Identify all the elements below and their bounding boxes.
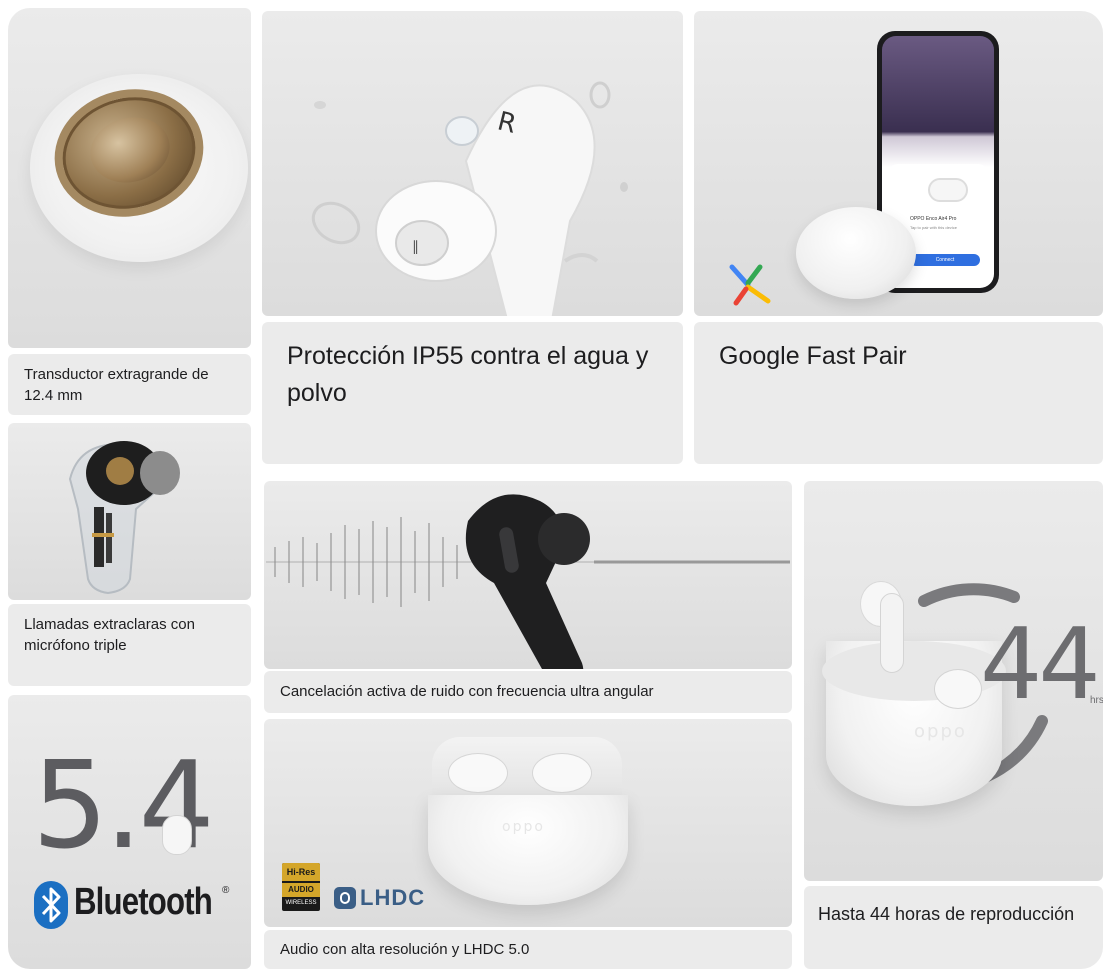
bluetooth-icon xyxy=(34,881,68,929)
calls-image-tile xyxy=(8,423,251,600)
battery-caption-tile: Hasta 44 horas de reproducción xyxy=(804,886,1103,969)
case-logo: oppo xyxy=(914,721,967,742)
black-earbud-illustration xyxy=(465,494,590,669)
bluetooth-registered-mark: ® xyxy=(222,885,230,896)
svg-text:∥: ∥ xyxy=(412,239,419,255)
earbud-mini xyxy=(162,815,192,855)
lhdc-icon xyxy=(334,887,356,909)
case-logo-front: oppo xyxy=(502,819,545,835)
phone-connect-button: Connect xyxy=(910,254,980,266)
driver-caption-tile: Transductor extragrande de 12.4 mm xyxy=(8,354,251,415)
google-fast-pair-icon xyxy=(729,264,771,306)
transparent-earbud-illustration xyxy=(68,441,180,595)
ip55-earbud-illustration: ∥ R xyxy=(311,81,628,316)
fastpair-image-tile: OPPO Enco Air4 Pro Tap to pair with this… xyxy=(694,11,1103,316)
ip55-image-tile: ∥ R xyxy=(262,11,683,316)
battery-hours-number: 44 xyxy=(980,608,1101,722)
earbuds-case-front xyxy=(428,795,628,905)
driver-caption: Transductor extragrande de 12.4 mm xyxy=(24,366,209,404)
earbuds-case-small xyxy=(796,207,916,299)
hires-caption-tile: Audio con alta resolución y LHDC 5.0 xyxy=(264,930,792,969)
hi-res-badge-bot: WIRELESS xyxy=(285,900,317,906)
lhdc-wordmark: LHDC xyxy=(360,885,426,910)
phone-connect-label: Connect xyxy=(935,257,955,263)
earbud-right xyxy=(532,753,592,793)
anc-caption: Cancelación activa de ruido con frecuenc… xyxy=(280,683,654,700)
ip55-caption-tile: Protección IP55 contra el agua y polvo xyxy=(262,322,683,464)
anc-caption-tile: Cancelación activa de ruido con frecuenc… xyxy=(264,671,792,713)
earbud-right-head xyxy=(934,669,982,709)
hires-caption: Audio con alta resolución y LHDC 5.0 xyxy=(280,941,530,958)
calls-caption: Llamadas extraclaras con micrófono tripl… xyxy=(24,616,195,654)
driver-image-tile xyxy=(8,8,251,348)
hires-image-tile: oppo Hi-Res AUDIO WIRELESS LHDC xyxy=(264,719,792,927)
fastpair-caption: Google Fast Pair xyxy=(719,342,907,370)
hi-res-badge-mid: AUDIO xyxy=(282,883,320,897)
battery-caption: Hasta 44 horas de reproducción xyxy=(818,904,1075,924)
battery-image-tile: oppo 44 hrs xyxy=(804,481,1103,881)
earbud-left xyxy=(448,753,508,793)
calls-caption-tile: Llamadas extraclaras con micrófono tripl… xyxy=(8,604,251,686)
battery-hours-unit: hrs xyxy=(1090,695,1103,706)
phone-dialog-case-image xyxy=(928,178,968,202)
anc-image-tile xyxy=(264,481,792,669)
phone-dialog-subtitle: Tap to pair with this device xyxy=(910,225,957,230)
hi-res-badge-top: Hi-Res xyxy=(282,863,320,881)
phone-dialog-title: OPPO Enco Air4 Pro xyxy=(910,216,957,222)
bluetooth-tile: 5.4 Bluetooth ® xyxy=(8,695,251,969)
hi-res-audio-badge: Hi-Res AUDIO WIRELESS xyxy=(282,863,320,911)
ip55-caption: Protección IP55 contra el agua y polvo xyxy=(287,342,649,407)
bluetooth-wordmark: Bluetooth xyxy=(74,881,213,923)
earbud-left-stem xyxy=(880,593,904,673)
fastpair-caption-tile: Google Fast Pair xyxy=(694,322,1103,464)
